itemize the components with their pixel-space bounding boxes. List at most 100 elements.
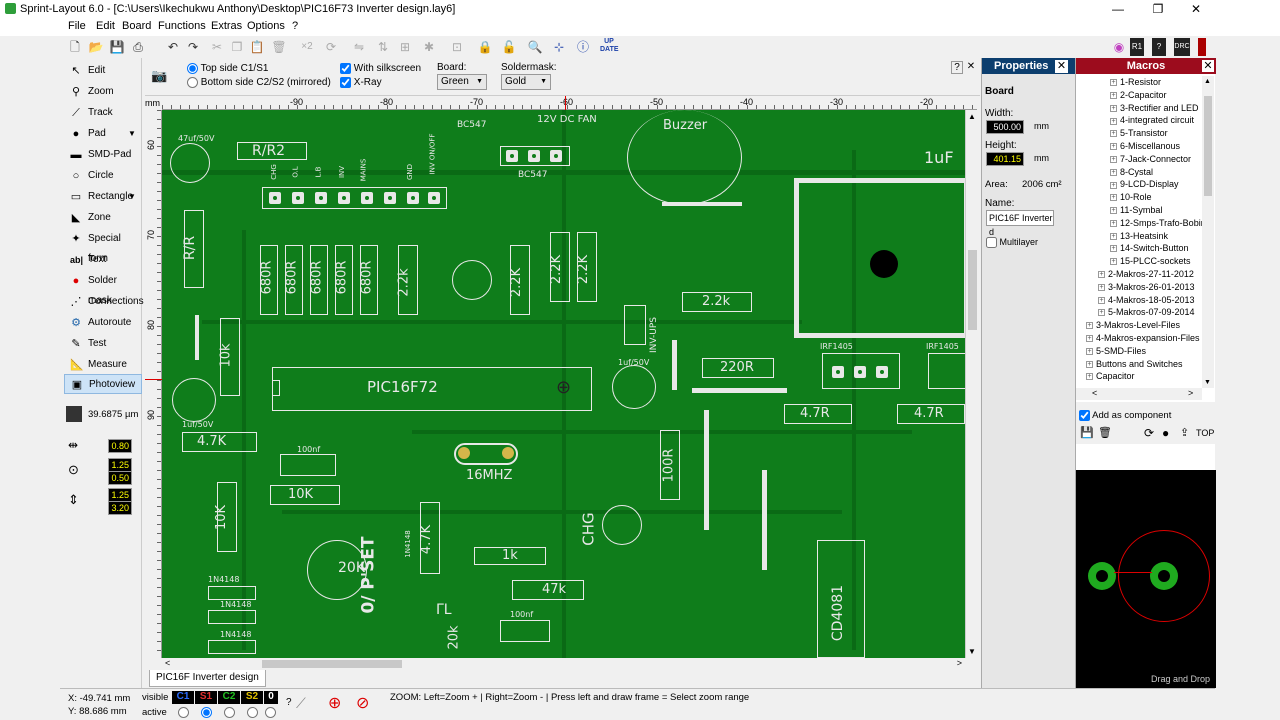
- expand-icon[interactable]: +: [1110, 91, 1117, 99]
- tree-item[interactable]: +5-Makros-07-09-2014: [1080, 306, 1202, 319]
- unlock-icon[interactable]: 🔓: [500, 38, 518, 56]
- expand-icon[interactable]: +: [1086, 347, 1093, 355]
- expand-icon[interactable]: +: [1110, 117, 1117, 125]
- scroll-thumb[interactable]: [1204, 96, 1212, 196]
- expand-icon[interactable]: +: [1110, 207, 1117, 215]
- tree-item[interactable]: + Buttons and Switches: [1080, 358, 1202, 371]
- center-icon[interactable]: ✱: [420, 38, 438, 56]
- help-button[interactable]: ?: [951, 61, 963, 74]
- tree-item[interactable]: +6-Miscellanous: [1080, 140, 1202, 153]
- tab-pic16f-inverter[interactable]: PIC16F Inverter design: [149, 670, 266, 687]
- menu-functions[interactable]: Functions: [158, 20, 206, 32]
- smd-width-field[interactable]: 1.25: [108, 488, 132, 502]
- scroll-thumb[interactable]: [968, 250, 977, 330]
- scroll-left-icon[interactable]: <: [1092, 388, 1097, 398]
- pad-inner-field[interactable]: 0.50: [108, 471, 132, 485]
- layer-s2[interactable]: S2: [241, 691, 263, 704]
- soldermask-select[interactable]: Gold ▼: [501, 74, 551, 90]
- scroll-up-icon[interactable]: ▲: [968, 112, 976, 121]
- grid-value[interactable]: 39.6875 µm: [88, 409, 138, 420]
- menu-options[interactable]: Options: [247, 20, 285, 32]
- expand-icon[interactable]: +: [1098, 271, 1105, 279]
- active-s1-radio[interactable]: [201, 707, 212, 718]
- expand-icon[interactable]: +: [1086, 335, 1093, 343]
- tree-item[interactable]: +15-PLCC-sockets: [1080, 255, 1202, 268]
- close-macros-button[interactable]: ✕: [1202, 60, 1214, 72]
- camera-icon[interactable]: 📷: [151, 68, 167, 84]
- scanned-copy-icon[interactable]: ⊹: [550, 38, 568, 56]
- expand-icon[interactable]: +: [1110, 181, 1117, 189]
- redo-icon[interactable]: ↷: [184, 38, 202, 56]
- open-folder-icon[interactable]: 📂: [87, 38, 105, 56]
- active-0-radio[interactable]: [265, 707, 276, 718]
- scroll-down-icon[interactable]: ▼: [968, 647, 976, 656]
- component-icon[interactable]: [1198, 38, 1206, 56]
- crosshair-icon[interactable]: ⊕: [328, 693, 341, 713]
- tool-track[interactable]: ⟋ Track: [64, 103, 142, 123]
- tree-item[interactable]: +13-Heatsink: [1080, 230, 1202, 243]
- no-route-icon[interactable]: ⊘: [356, 693, 369, 713]
- tree-item[interactable]: +3-Makros-26-01-2013: [1080, 281, 1202, 294]
- expand-icon[interactable]: +: [1086, 322, 1093, 330]
- menu-extras[interactable]: Extras: [211, 20, 242, 32]
- tool-test[interactable]: ✎ Test: [64, 334, 142, 354]
- layer-c2[interactable]: C2: [218, 691, 240, 704]
- tree-item[interactable]: +10-Role: [1080, 191, 1202, 204]
- tool-measure[interactable]: 📐 Measure: [64, 355, 142, 375]
- tool-rectangle[interactable]: ▭ Rectangle ▼: [64, 187, 142, 207]
- expand-icon[interactable]: +: [1110, 258, 1117, 266]
- search-icon[interactable]: 🔍: [526, 38, 544, 56]
- tool-solder-mask[interactable]: ● Solder mask: [64, 271, 142, 306]
- refresh-icon[interactable]: ⟳: [1144, 426, 1154, 440]
- scroll-right-icon[interactable]: >: [957, 658, 962, 668]
- tree-item[interactable]: +9-LCD-Display: [1080, 178, 1202, 191]
- layer-0[interactable]: 0: [264, 691, 278, 704]
- close-options-button[interactable]: ✕: [965, 61, 977, 72]
- menu-edit[interactable]: Edit: [96, 20, 115, 32]
- macro-tree-hscrollbar[interactable]: < >: [1076, 388, 1202, 400]
- expand-icon[interactable]: +: [1110, 130, 1117, 138]
- tool-text[interactable]: ab| Text: [64, 250, 142, 270]
- height-field[interactable]: 401.15: [986, 152, 1024, 166]
- active-c2-radio[interactable]: [224, 707, 235, 718]
- tree-item[interactable]: +2-Capacitor: [1080, 89, 1202, 102]
- tree-item[interactable]: +14-Switch-Button: [1080, 242, 1202, 255]
- expand-icon[interactable]: +: [1110, 245, 1117, 253]
- expand-icon[interactable]: +: [1098, 309, 1105, 317]
- tool-zone[interactable]: ◣ Zone: [64, 208, 142, 228]
- tree-item[interactable]: + Capacitor: [1080, 370, 1202, 383]
- tree-item[interactable]: +11-Symbal: [1080, 204, 1202, 217]
- expand-icon[interactable]: +: [1110, 168, 1117, 176]
- tool-smd-pad[interactable]: ▬ SMD-Pad: [64, 145, 142, 165]
- print-icon[interactable]: ⎙: [129, 38, 147, 56]
- upload-icon[interactable]: ⇪: [1180, 426, 1189, 439]
- solder-mask-icon[interactable]: ●: [1162, 426, 1169, 440]
- expand-icon[interactable]: +: [1110, 104, 1117, 112]
- pad-outer-field[interactable]: 1.25: [108, 458, 132, 472]
- drc-icon[interactable]: DRC: [1174, 38, 1190, 56]
- save-icon[interactable]: 💾: [1080, 426, 1094, 439]
- scroll-down-icon[interactable]: ▼: [1204, 379, 1211, 386]
- active-c1-radio[interactable]: [178, 707, 189, 718]
- expand-icon[interactable]: +: [1110, 194, 1117, 202]
- expand-icon[interactable]: +: [1086, 360, 1093, 368]
- tree-item[interactable]: +7-Jack-Connector: [1080, 153, 1202, 166]
- delete-icon[interactable]: 🗑: [1098, 426, 1112, 439]
- tool-special-form[interactable]: ✦ Special form: [64, 229, 142, 264]
- add-as-component-checkbox[interactable]: Add as component: [1079, 410, 1171, 421]
- radio-icon[interactable]: ◉: [1110, 38, 1128, 56]
- macro-preview[interactable]: Drag and Drop: [1076, 470, 1216, 688]
- lock-icon[interactable]: 🔒: [476, 38, 494, 56]
- update-icon[interactable]: UP DATE: [600, 38, 619, 56]
- tree-item[interactable]: +5-SMD-Files: [1080, 345, 1202, 358]
- scroll-thumb[interactable]: [262, 660, 402, 668]
- horizontal-scrollbar[interactable]: < >: [162, 658, 965, 670]
- group-icon[interactable]: ⊡: [448, 38, 466, 56]
- width-field[interactable]: 500.00: [986, 120, 1024, 134]
- save-icon[interactable]: 💾: [108, 38, 126, 56]
- tree-item[interactable]: +4-integrated circuit: [1080, 114, 1202, 127]
- layer-c1[interactable]: C1: [172, 691, 194, 704]
- minimize-button[interactable]: —: [1100, 0, 1136, 18]
- macro-tree-scrollbar[interactable]: ▲ ▼: [1202, 76, 1214, 388]
- help-icon[interactable]: ?: [286, 697, 292, 708]
